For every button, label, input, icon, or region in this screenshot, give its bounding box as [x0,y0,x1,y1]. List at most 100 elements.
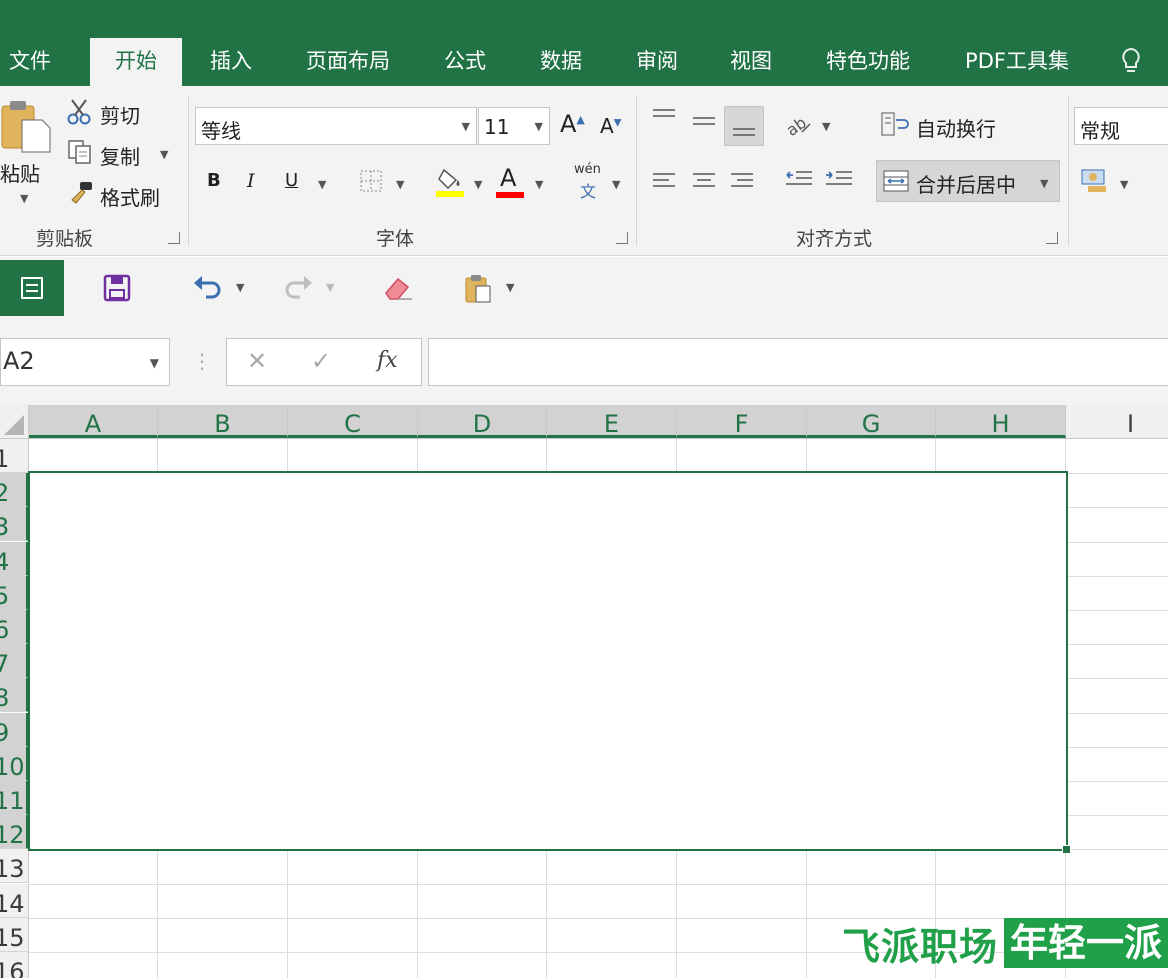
name-box[interactable]: A2 ▼ [0,338,170,386]
insert-function-button[interactable]: fx [377,348,398,373]
row-header-9[interactable]: 9 [0,713,29,747]
tab-special-features[interactable]: 特色功能 [812,38,924,86]
redo-dropdown-arrow[interactable]: ▼ [326,281,334,294]
cut-button[interactable]: 剪切 [100,100,140,129]
save-icon[interactable] [100,271,134,305]
chevron-down-icon[interactable]: ▼ [462,120,470,133]
row-header-6[interactable]: 6 [0,610,29,644]
undo-icon[interactable] [190,271,226,305]
number-format-combo[interactable]: 常规 [1074,107,1168,145]
column-header-b[interactable]: B [158,405,288,438]
tab-data[interactable]: 数据 [526,38,596,86]
font-color-dropdown-arrow[interactable]: ▼ [535,178,543,191]
align-bottom-button[interactable] [724,106,764,146]
column-header-h[interactable]: H [936,405,1066,438]
column-header-d[interactable]: D [418,405,547,438]
undo-dropdown-arrow[interactable]: ▼ [236,281,244,294]
border-dropdown-arrow[interactable]: ▼ [396,178,404,191]
merge-center-dropdown-arrow[interactable]: ▼ [1040,177,1048,190]
border-icon[interactable] [358,168,384,194]
scissors-icon[interactable] [66,98,94,126]
increase-indent-icon[interactable] [824,168,854,194]
phonetic-top-label[interactable]: wén [574,162,601,177]
paste-icon[interactable] [0,98,52,154]
column-header-c[interactable]: C [288,405,418,438]
confirm-entry-button[interactable]: ✓ [311,347,331,375]
row-header-16[interactable]: 16 [0,952,29,978]
chevron-down-icon[interactable]: ▼ [535,120,543,133]
align-middle-icon[interactable] [690,110,718,134]
column-header-f[interactable]: F [677,405,807,438]
chevron-down-icon[interactable]: ▼ [150,356,159,370]
wrap-text-icon[interactable] [880,110,910,140]
underline-button[interactable]: U [285,170,298,191]
orientation-dropdown-arrow[interactable]: ▼ [822,120,830,133]
formula-input[interactable] [428,338,1168,386]
row-header-8[interactable]: 8 [0,678,29,712]
row-header-15[interactable]: 15 [0,918,29,952]
alignment-launcher-icon[interactable] [1046,232,1058,244]
grow-font-button[interactable]: A▲ [560,110,585,138]
row-header-7[interactable]: 7 [0,644,29,678]
phonetic-bottom-label[interactable]: 文 [580,178,596,202]
align-center-icon[interactable] [690,170,718,194]
copy-button[interactable]: 复制 [100,141,140,170]
cancel-entry-button[interactable]: ✕ [247,347,267,375]
redo-icon[interactable] [280,271,316,305]
font-color-button[interactable]: A [500,164,516,192]
row-header-5[interactable]: 5 [0,576,29,610]
paste-label[interactable]: 粘贴 [0,158,40,187]
eraser-icon[interactable] [380,271,416,305]
tab-review[interactable]: 审阅 [622,38,692,86]
orientation-icon[interactable]: ab [784,110,814,140]
row-header-4[interactable]: 4 [0,542,29,576]
fill-color-icon[interactable] [436,166,466,198]
align-right-icon[interactable] [728,170,756,194]
row-header-10[interactable]: 10 [0,747,29,781]
lightbulb-icon[interactable] [1118,46,1144,76]
font-launcher-icon[interactable] [616,232,628,244]
tab-pdf-tools[interactable]: PDF工具集 [952,38,1082,86]
select-all-corner[interactable] [0,405,29,438]
row-header-13[interactable]: 13 [0,849,29,883]
row-header-3[interactable]: 3 [0,507,29,541]
merged-cell-a2-h12[interactable] [28,471,1068,851]
column-header-e[interactable]: E [547,405,677,438]
fill-handle[interactable] [1062,845,1071,854]
accounting-dropdown-arrow[interactable]: ▼ [1120,178,1128,191]
tab-page-layout[interactable]: 页面布局 [292,38,404,86]
column-header-g[interactable]: G [807,405,936,438]
tab-view[interactable]: 视图 [716,38,786,86]
form-icon[interactable] [0,260,64,316]
column-header-a[interactable]: A [29,405,158,438]
bold-button[interactable]: B [207,170,221,191]
shrink-font-button[interactable]: A▼ [600,114,621,138]
align-left-icon[interactable] [650,170,678,194]
tab-file[interactable]: 文件 [0,38,60,86]
tab-insert[interactable]: 插入 [196,38,266,86]
row-header-1[interactable]: 1 [0,439,29,473]
wrap-text-button[interactable]: 自动换行 [916,113,996,142]
row-header-2[interactable]: 2 [0,473,29,507]
phonetic-dropdown-arrow[interactable]: ▼ [612,178,620,191]
align-top-icon[interactable] [650,106,678,130]
column-header-i[interactable]: I [1066,405,1168,438]
italic-button[interactable]: I [247,170,255,192]
clipboard-launcher-icon[interactable] [168,232,180,244]
format-painter-icon[interactable] [66,178,96,206]
row-header-11[interactable]: 11 [0,781,29,815]
paste-dropdown-arrow[interactable]: ▼ [20,192,28,205]
format-painter-button[interactable]: 格式刷 [100,182,160,211]
row-header-14[interactable]: 14 [0,884,29,918]
tab-formulas[interactable]: 公式 [430,38,500,86]
fill-color-dropdown-arrow[interactable]: ▼ [474,178,482,191]
font-name-combo[interactable]: 等线 ▼ [195,107,477,145]
decrease-indent-icon[interactable] [784,168,814,194]
row-header-12[interactable]: 12 [0,815,29,849]
font-size-combo[interactable]: 11 ▼ [478,107,550,145]
accounting-format-icon[interactable] [1080,166,1112,196]
paste-special-dropdown-arrow[interactable]: ▼ [506,281,514,294]
underline-dropdown-arrow[interactable]: ▼ [318,178,326,191]
formula-bar-grip[interactable]: ⋮ [192,349,212,373]
tab-home[interactable]: 开始 [90,38,182,86]
